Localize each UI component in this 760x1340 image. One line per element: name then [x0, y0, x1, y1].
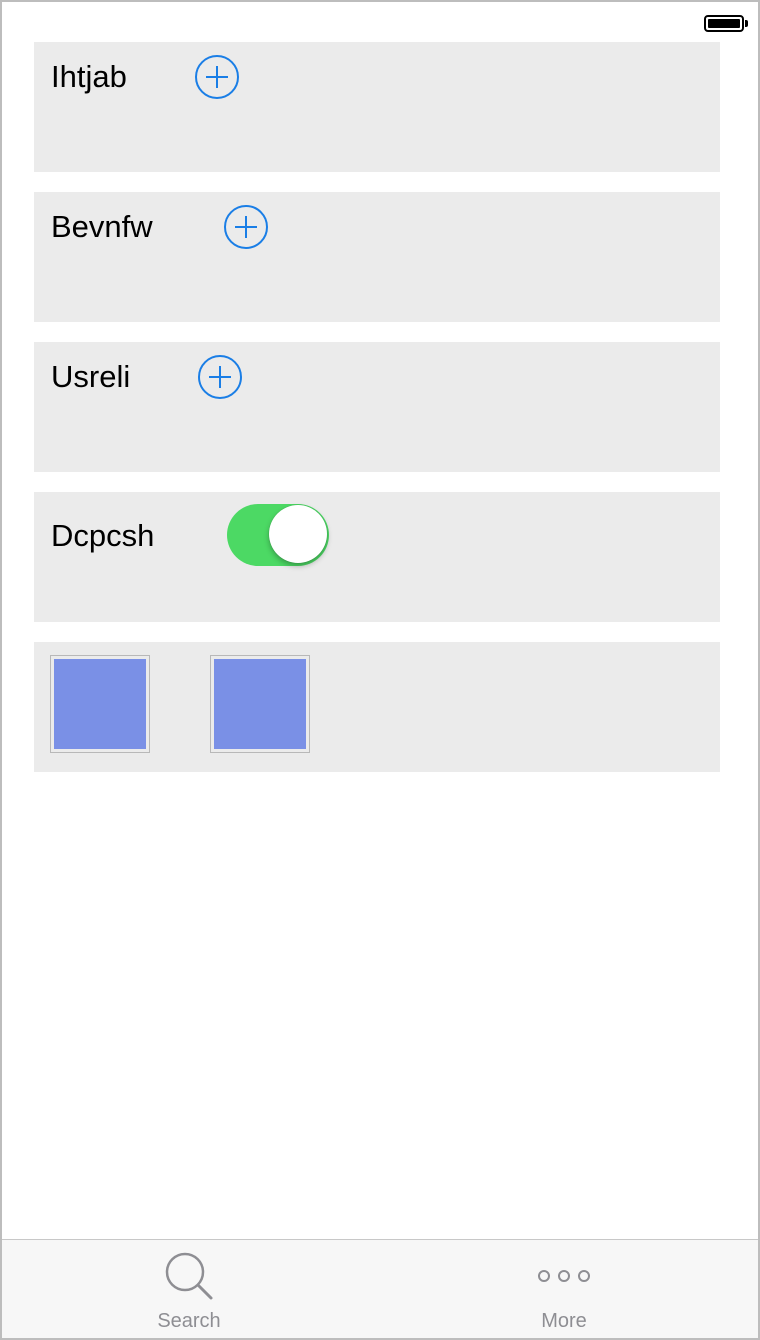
plus-circle-icon — [198, 355, 242, 399]
row-dcpcsh: Dcpcsh — [34, 492, 720, 622]
row-label: Dcpcsh — [51, 518, 155, 553]
search-icon — [165, 1252, 213, 1300]
tab-more[interactable]: More — [464, 1240, 664, 1338]
swatch-row — [34, 642, 720, 772]
color-swatch-1[interactable] — [50, 655, 150, 753]
color-swatch-2[interactable] — [210, 655, 310, 753]
swatch-fill — [54, 659, 146, 749]
app-screen: Ihtjab Bevnfw Usreli Dcpcsh Search More — [0, 0, 760, 1340]
row-usreli: Usreli — [34, 342, 720, 472]
plus-circle-icon — [195, 55, 239, 99]
row-label: Bevnfw — [51, 209, 153, 244]
row-ihtjab: Ihtjab — [34, 42, 720, 172]
add-button[interactable] — [197, 354, 243, 400]
row-label: Usreli — [51, 359, 131, 394]
plus-circle-icon — [224, 205, 268, 249]
tab-search[interactable]: Search — [89, 1240, 289, 1338]
battery-icon — [704, 15, 748, 32]
tab-label: Search — [157, 1310, 221, 1332]
swatch-fill — [214, 659, 306, 749]
row-label: Ihtjab — [51, 59, 127, 94]
tab-label: More — [541, 1310, 587, 1332]
add-button[interactable] — [223, 204, 269, 250]
tab-bar: Search More — [2, 1239, 758, 1338]
add-button[interactable] — [194, 54, 240, 100]
toggle-knob — [269, 505, 327, 563]
row-bevnfw: Bevnfw — [34, 192, 720, 322]
more-icon — [538, 1270, 590, 1282]
dcpcsh-toggle[interactable] — [227, 504, 329, 566]
